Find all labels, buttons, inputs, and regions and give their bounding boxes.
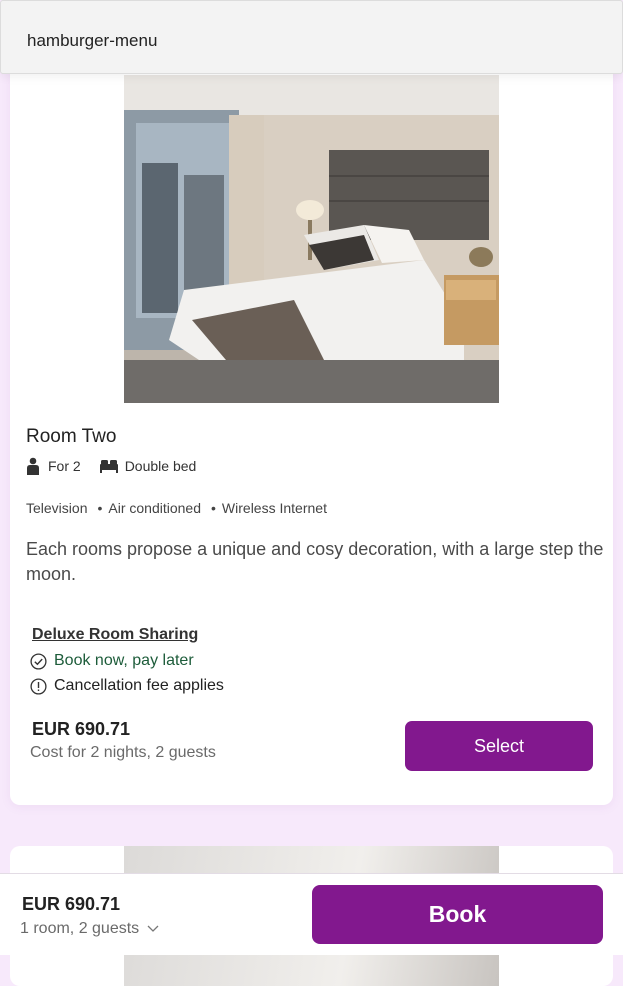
rate-name-link[interactable]: Deluxe Room Sharing — [32, 626, 198, 644]
cancellation-policy: Cancellation fee applies — [30, 677, 224, 695]
top-bar: hamburger-menu — [0, 0, 623, 74]
payment-policy: Book now, pay later — [30, 652, 194, 670]
footer-price: EUR 690.71 — [22, 894, 121, 914]
bed-icon — [99, 460, 118, 473]
cancellation-note: Cancellation fee applies — [54, 677, 224, 694]
room-title: Room Two — [26, 426, 117, 447]
info-circle-icon — [30, 677, 47, 695]
amenity-item: Air conditioned — [108, 500, 202, 516]
hamburger-menu-button[interactable]: hamburger-menu — [27, 31, 157, 51]
room-capacity-row: For 2 Double bed — [26, 456, 196, 476]
chevron-down-icon — [147, 925, 159, 932]
rate-price-detail: Cost for 2 nights, 2 guests — [30, 744, 216, 761]
capacity-label: For 2 — [48, 458, 81, 474]
payment-note: Book now, pay later — [54, 652, 194, 669]
room-card: Room Two For 2 Double bed Television • A… — [10, 60, 613, 805]
person-icon — [27, 457, 39, 475]
amenities-list: Television • Air conditioned • Wireless … — [26, 500, 327, 516]
bed-label: Double bed — [124, 458, 197, 474]
select-button[interactable]: Select — [405, 721, 593, 771]
booking-footer: EUR 690.71 1 room, 2 guests Book — [0, 873, 623, 955]
check-circle-icon — [30, 652, 47, 670]
book-button[interactable]: Book — [312, 885, 603, 944]
booking-summary-dropdown[interactable]: 1 room, 2 guests — [20, 920, 159, 938]
booking-summary: 1 room, 2 guests — [20, 920, 140, 937]
room-photo — [124, 75, 499, 403]
rate-price: EUR 690.71 — [32, 719, 131, 739]
amenity-item: Wireless Internet — [221, 500, 327, 516]
room-description: Each rooms propose a unique and cosy dec… — [26, 539, 604, 584]
amenity-item: Television — [26, 500, 88, 516]
bedroom-image — [124, 75, 499, 403]
